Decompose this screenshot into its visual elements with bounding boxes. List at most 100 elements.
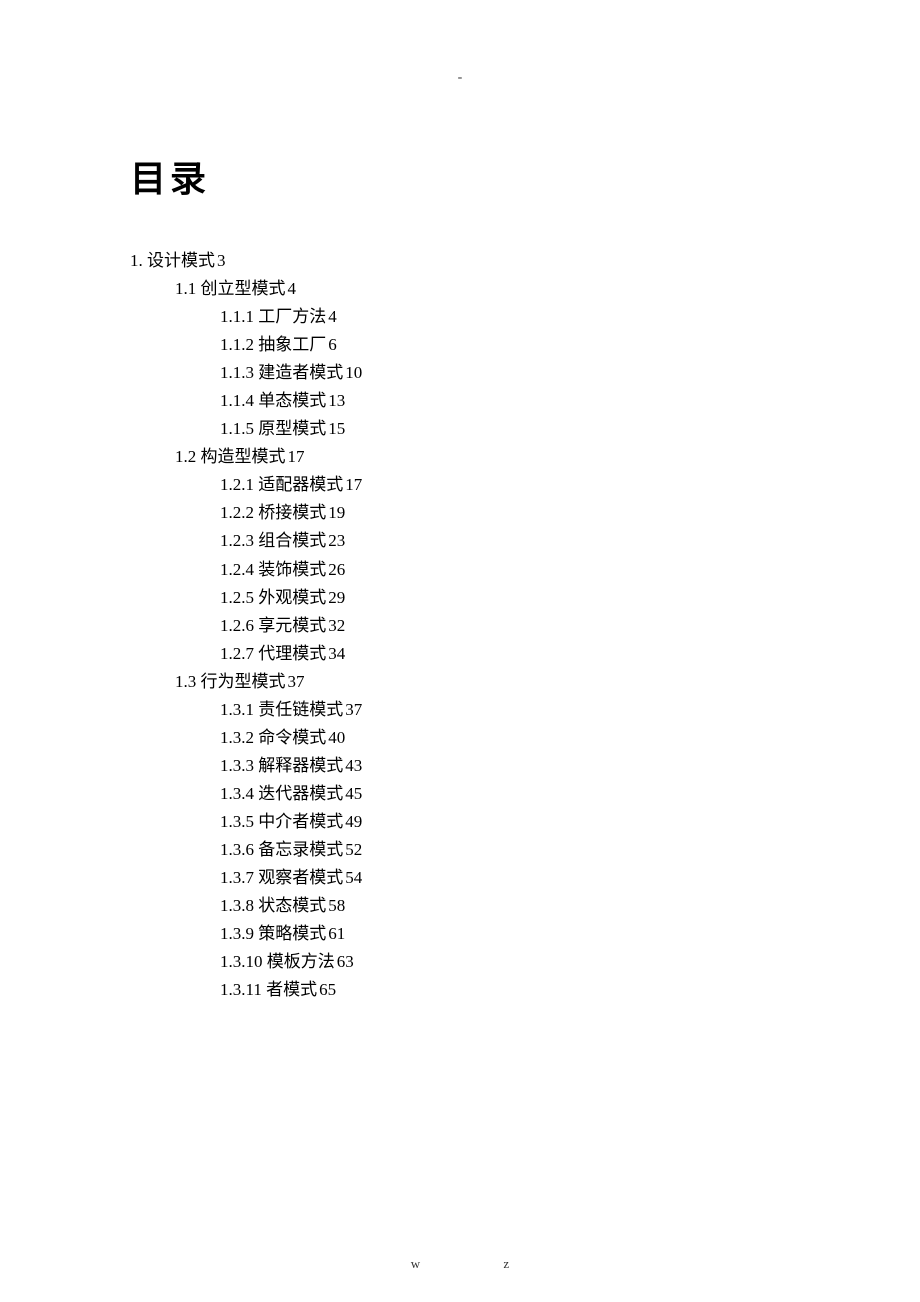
toc-entry-l3: 1.3.1 责任链模式37	[220, 696, 790, 724]
toc-text: 解释器模式	[258, 756, 343, 775]
toc-entry-l3: 1.1.1 工厂方法4	[220, 303, 790, 331]
toc-text: 构造型模式	[201, 447, 286, 466]
toc-page: 19	[328, 503, 345, 522]
header-mark: -	[458, 70, 463, 86]
toc-entry-l3: 1.2.3 组合模式23	[220, 527, 790, 555]
toc-number: 1.1.5	[220, 419, 254, 438]
toc-number: 1.3.9	[220, 924, 254, 943]
page-footer: w z	[0, 1256, 920, 1272]
toc-entry-l3: 1.1.4 单态模式13	[220, 387, 790, 415]
toc-entry-l3: 1.1.5 原型模式15	[220, 415, 790, 443]
toc-text: 者模式	[266, 980, 317, 999]
toc-number: 1.3.6	[220, 840, 254, 859]
toc-page: 65	[319, 980, 336, 999]
toc-text: 模板方法	[267, 952, 335, 971]
toc-text: 责任链模式	[258, 700, 343, 719]
toc-number: 1.1.4	[220, 391, 254, 410]
toc-page: 58	[328, 896, 345, 915]
toc-page: 13	[328, 391, 345, 410]
toc-page: 54	[345, 868, 362, 887]
toc-number: 1.2.3	[220, 531, 254, 550]
toc-number: 1.2.4	[220, 560, 254, 579]
toc-page: 4	[328, 307, 337, 326]
toc-number: 1.2.6	[220, 616, 254, 635]
toc-number: 1.1.3	[220, 363, 254, 382]
toc-entry-l3: 1.3.7 观察者模式54	[220, 864, 790, 892]
toc-page: 49	[345, 812, 362, 831]
toc-page: 61	[328, 924, 345, 943]
toc-text: 中介者模式	[258, 812, 343, 831]
toc-number: 1.2.1	[220, 475, 254, 494]
toc-page: 40	[328, 728, 345, 747]
toc-page: 43	[345, 756, 362, 775]
toc-number: 1.1	[175, 279, 196, 298]
toc-entry-l3: 1.3.11 者模式65	[220, 976, 790, 1004]
toc-page: 17	[345, 475, 362, 494]
toc-entry-l1: 1. 设计模式3	[130, 247, 790, 275]
toc-entry-l3: 1.2.1 适配器模式17	[220, 471, 790, 499]
toc-text: 抽象工厂	[258, 335, 326, 354]
toc-text: 创立型模式	[201, 279, 286, 298]
toc-text: 观察者模式	[258, 868, 343, 887]
toc-text: 适配器模式	[258, 475, 343, 494]
toc-entry-l3: 1.2.6 享元模式32	[220, 612, 790, 640]
page-title: 目录	[130, 150, 790, 202]
toc-page: 32	[328, 616, 345, 635]
toc-entry-l3: 1.2.4 装饰模式26	[220, 556, 790, 584]
toc-entry-l3: 1.3.6 备忘录模式52	[220, 836, 790, 864]
toc-text: 工厂方法	[258, 307, 326, 326]
toc-entry-l2: 1.1 创立型模式4	[175, 275, 790, 303]
toc-text: 外观模式	[258, 588, 326, 607]
toc-entry-l3: 1.3.10 模板方法63	[220, 948, 790, 976]
toc-text: 单态模式	[258, 391, 326, 410]
toc-text: 组合模式	[258, 531, 326, 550]
toc-number: 1.1.1	[220, 307, 254, 326]
toc-text: 装饰模式	[258, 560, 326, 579]
toc-entry-l3: 1.1.3 建造者模式10	[220, 359, 790, 387]
toc-number: 1.1.2	[220, 335, 254, 354]
toc-number: 1.3.10	[220, 952, 263, 971]
footer-right: z	[503, 1256, 509, 1272]
toc-text: 迭代器模式	[258, 784, 343, 803]
toc-page: 15	[328, 419, 345, 438]
toc-page: 10	[345, 363, 362, 382]
toc-text: 命令模式	[258, 728, 326, 747]
toc-entry-l3: 1.2.7 代理模式34	[220, 640, 790, 668]
toc-page: 52	[345, 840, 362, 859]
toc-number: 1.	[130, 251, 143, 270]
toc-entry-l2: 1.2 构造型模式17	[175, 443, 790, 471]
toc-entry-l3: 1.3.3 解释器模式43	[220, 752, 790, 780]
toc-text: 享元模式	[258, 616, 326, 635]
toc-page: 63	[337, 952, 354, 971]
toc-page: 26	[328, 560, 345, 579]
toc-text: 代理模式	[258, 644, 326, 663]
toc-text: 备忘录模式	[258, 840, 343, 859]
toc-text: 策略模式	[258, 924, 326, 943]
footer-left: w	[411, 1256, 420, 1272]
toc-entry-l3: 1.3.5 中介者模式49	[220, 808, 790, 836]
toc-page: 37	[288, 672, 305, 691]
toc-entry-l3: 1.2.5 外观模式29	[220, 584, 790, 612]
toc-page: 29	[328, 588, 345, 607]
toc-entry-l3: 1.1.2 抽象工厂6	[220, 331, 790, 359]
toc-entry-l3: 1.3.4 迭代器模式45	[220, 780, 790, 808]
toc-page: 34	[328, 644, 345, 663]
toc-page: 17	[288, 447, 305, 466]
toc-entry-l2: 1.3 行为型模式37	[175, 668, 790, 696]
toc-number: 1.3.5	[220, 812, 254, 831]
toc-number: 1.2.5	[220, 588, 254, 607]
toc-number: 1.3.2	[220, 728, 254, 747]
toc-page: 37	[345, 700, 362, 719]
toc-page: 45	[345, 784, 362, 803]
toc-number: 1.3.1	[220, 700, 254, 719]
toc-number: 1.3.7	[220, 868, 254, 887]
toc-entry-l3: 1.2.2 桥接模式19	[220, 499, 790, 527]
toc-page: 4	[288, 279, 297, 298]
toc-entry-l3: 1.3.2 命令模式40	[220, 724, 790, 752]
toc-number: 1.3	[175, 672, 196, 691]
toc-number: 1.2.2	[220, 503, 254, 522]
document-page: 目录 1. 设计模式3 1.1 创立型模式4 1.1.1 工厂方法4 1.1.2…	[0, 0, 920, 1004]
toc-page: 23	[328, 531, 345, 550]
toc-number: 1.3.11	[220, 980, 262, 999]
toc-number: 1.2	[175, 447, 196, 466]
